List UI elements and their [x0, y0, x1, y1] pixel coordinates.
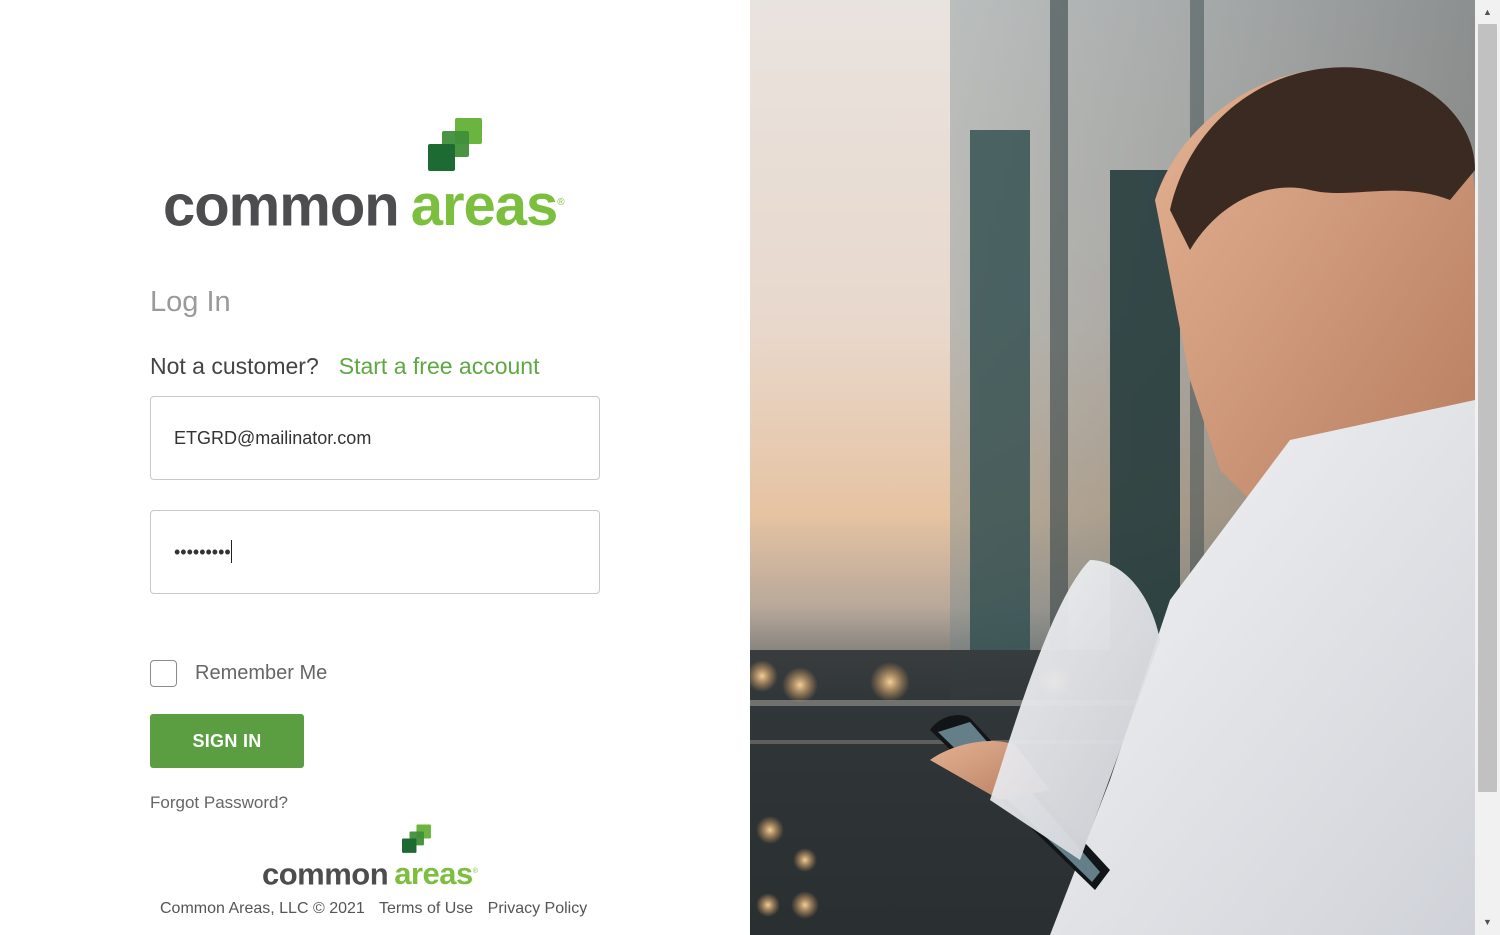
- page-title: Log In: [150, 286, 231, 318]
- common-areas-logo: common areas®: [163, 118, 593, 236]
- vertical-scrollbar[interactable]: ▲ ▼: [1475, 0, 1500, 935]
- signup-prompt: Not a customer? Start a free account: [150, 351, 539, 381]
- logo-word-common: common: [262, 856, 389, 892]
- hero-photo: [750, 0, 1475, 935]
- registered-mark: ®: [472, 868, 478, 875]
- footer: Common Areas, LLC © 2021 Terms of Use Pr…: [160, 900, 597, 918]
- scroll-down-arrow-icon[interactable]: ▼: [1475, 912, 1500, 932]
- forgot-password-link[interactable]: Forgot Password?: [150, 793, 288, 813]
- terms-of-use-link[interactable]: Terms of Use: [379, 900, 473, 917]
- email-input[interactable]: [174, 397, 574, 479]
- password-input[interactable]: [174, 511, 574, 593]
- footer-logo: common areas®: [262, 824, 492, 892]
- logo-wordmark: common areas®: [262, 856, 478, 892]
- hero-photo-illustration: [750, 0, 1475, 935]
- logo-wordmark: common areas®: [163, 173, 565, 239]
- scrollbar-thumb[interactable]: [1478, 24, 1497, 792]
- remember-me-label[interactable]: Remember Me: [195, 662, 327, 685]
- sign-in-button[interactable]: SIGN IN: [150, 714, 304, 768]
- text-caret: [231, 540, 232, 563]
- start-free-account-link[interactable]: Start a free account: [339, 353, 540, 379]
- privacy-policy-link[interactable]: Privacy Policy: [488, 900, 588, 917]
- login-panel: common areas® Log In Not a customer? Start…: [0, 0, 750, 935]
- scroll-up-arrow-icon[interactable]: ▲: [1475, 2, 1500, 22]
- logo-word-common: common: [163, 173, 400, 239]
- logo-word-areas: areas: [410, 173, 559, 239]
- password-field[interactable]: [150, 510, 600, 594]
- logo-squares-icon: [402, 824, 431, 853]
- remember-me-checkbox[interactable]: [150, 660, 177, 687]
- copyright-text: Common Areas, LLC © 2021: [160, 900, 365, 917]
- not-customer-text: Not a customer?: [150, 353, 319, 379]
- email-field[interactable]: [150, 396, 600, 480]
- logo-squares-icon: [428, 118, 482, 171]
- registered-mark: ®: [557, 197, 564, 208]
- logo-word-areas: areas: [394, 856, 473, 892]
